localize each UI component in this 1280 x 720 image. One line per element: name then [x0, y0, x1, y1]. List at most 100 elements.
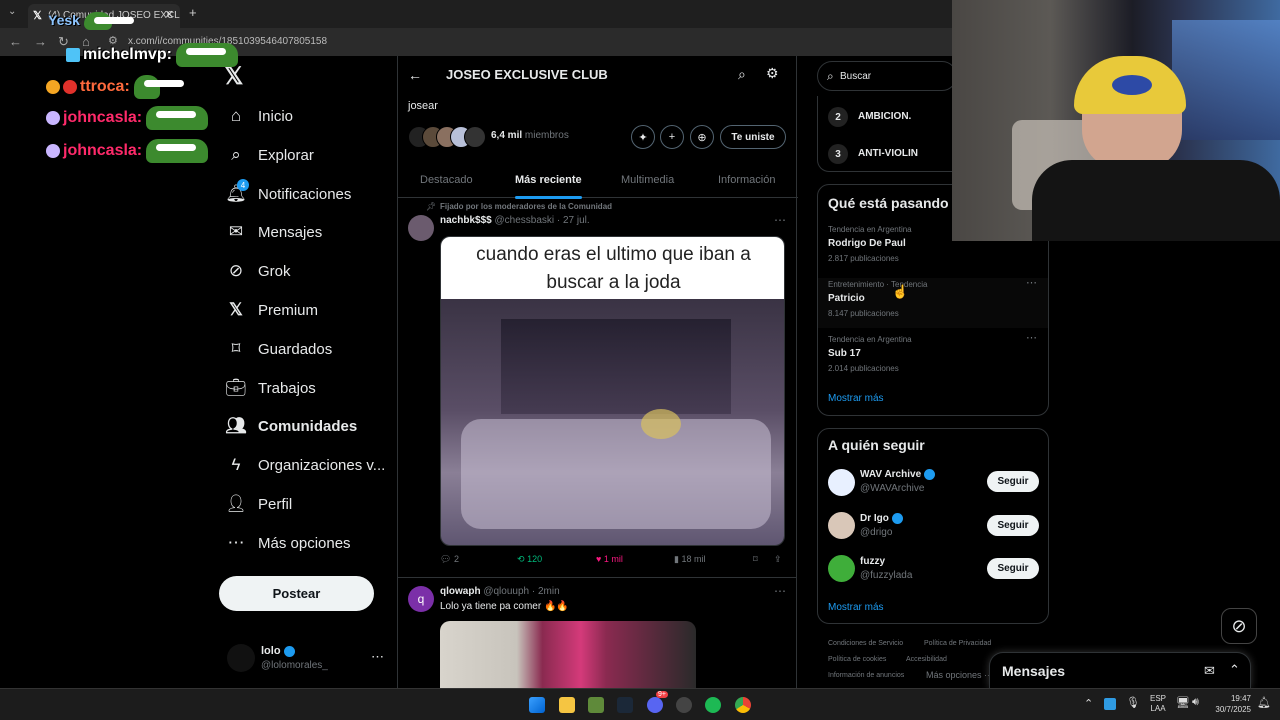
trend-item[interactable]: Tendencia en Argentina Sub 17 2.014 publ… — [818, 331, 1048, 383]
notification-bell-icon[interactable]: 🔔︎ — [1257, 696, 1271, 709]
messages-drawer[interactable]: Mensajes ✉ ⌃ — [989, 652, 1251, 688]
avatar[interactable] — [408, 215, 434, 241]
reply-icon: 💬︎ — [440, 554, 452, 564]
file-explorer-icon[interactable] — [559, 697, 575, 713]
tab-multimedia[interactable]: Multimedia — [621, 174, 674, 186]
sidebar-item-grok[interactable]: ⊘ Grok — [226, 258, 291, 284]
sidebar-item-trabajos[interactable]: 💼︎ Trabajos — [225, 375, 316, 401]
trend-more-icon[interactable]: ⋯ — [1026, 331, 1037, 344]
post-media[interactable]: cuando eras el ultimo que iban a buscar … — [440, 236, 785, 546]
views-action[interactable]: ▮ 18 mil — [674, 554, 705, 565]
trend-more-icon[interactable]: ⋯ — [1026, 276, 1037, 289]
discord-icon[interactable]: 9+ — [647, 691, 668, 713]
close-icon[interactable]: ✕ — [165, 8, 174, 21]
tab-mas-reciente[interactable]: Más reciente — [515, 174, 582, 199]
avatar[interactable] — [227, 644, 255, 672]
share-icon[interactable]: ⇪ — [774, 554, 782, 565]
repost-action[interactable]: ⟲ 120 — [517, 554, 542, 565]
grok-icon[interactable]: ⊘ — [1221, 608, 1257, 644]
sidebar-item-mas-opciones[interactable]: ⋯ Más opciones — [226, 530, 351, 556]
show-more-link[interactable]: Mostrar más — [828, 602, 884, 613]
lightning-icon: ϟ — [231, 455, 241, 474]
language-indicator[interactable]: ESP LAA — [1150, 694, 1166, 714]
tab-informacion[interactable]: Información — [718, 174, 775, 186]
tray-app-icon[interactable] — [1104, 698, 1116, 710]
post-button[interactable]: Postear — [219, 576, 374, 611]
add-member-icon[interactable]: + — [660, 125, 684, 149]
post[interactable]: q qlowaph @qlouuph · 2min ⋯ Lolo ya tien… — [398, 578, 796, 688]
follow-name[interactable]: fuzzy — [860, 556, 885, 567]
volume-icon[interactable]: 🔊︎ — [1192, 696, 1199, 709]
start-windows-icon[interactable] — [529, 697, 545, 713]
footer-link[interactable]: Política de cookies — [828, 656, 886, 663]
like-action[interactable]: ♥ 1 mil — [596, 554, 623, 564]
avatar[interactable]: q — [408, 586, 434, 612]
network-icon[interactable]: 🖥︎ — [1176, 696, 1190, 709]
compose-icon[interactable]: ⊕ — [690, 125, 714, 149]
tray-expand-icon[interactable]: ⌃ — [1084, 697, 1093, 710]
tab-list-icon[interactable]: ⌄ — [8, 6, 16, 17]
post-author[interactable]: qlowaph — [440, 586, 481, 597]
sidebar-item-perfil[interactable]: 👤︎ Perfil — [225, 491, 292, 517]
post-more-icon[interactable]: ⋯ — [774, 584, 786, 598]
sidebar-item-notificaciones[interactable]: 🔔︎ 4 Notificaciones — [225, 179, 351, 207]
follow-name[interactable]: Dr Igo — [860, 513, 903, 524]
members-count[interactable]: 6,4 mil miembros — [491, 130, 569, 141]
mouse-cursor-icon: ☝ — [892, 284, 909, 299]
new-message-icon[interactable]: ✉ — [1204, 663, 1215, 679]
sidebar-item-comunidades[interactable]: 👥︎ Comunidades — [225, 413, 357, 439]
post-author[interactable]: nachbk$$$ — [440, 215, 492, 226]
back-icon[interactable]: ← — [9, 34, 22, 49]
obs-icon[interactable] — [676, 697, 692, 713]
post-more-icon[interactable]: ⋯ — [774, 213, 786, 227]
avatar[interactable] — [828, 512, 855, 539]
sidebar-item-organizaciones[interactable]: ϟ Organizaciones v... — [226, 452, 386, 478]
steam-icon[interactable] — [617, 697, 633, 713]
sparkle-icon[interactable]: ✦ — [631, 125, 655, 149]
follow-button[interactable]: Seguir — [987, 558, 1039, 579]
sidebar-item-guardados[interactable]: ⌑ Guardados — [226, 336, 333, 362]
member-avatars[interactable] — [408, 126, 486, 148]
sidebar-item-premium[interactable]: 𝕏 Premium — [226, 297, 318, 323]
post-handle[interactable]: @qlouuph — [483, 586, 529, 597]
ranked-name[interactable]: AMBICION. — [858, 111, 911, 122]
post-handle[interactable]: @chessbaski — [494, 215, 554, 226]
post-media[interactable] — [440, 621, 696, 688]
chrome-icon[interactable] — [735, 697, 751, 713]
sidebar-item-explorar[interactable]: ⌕ Explorar — [226, 142, 314, 168]
person-shape — [641, 409, 681, 439]
avatar[interactable] — [828, 469, 855, 496]
follow-button[interactable]: Seguir — [987, 515, 1039, 536]
settings-gear-icon[interactable]: ⚙ — [766, 65, 779, 82]
account-more-icon[interactable]: ⋯ — [371, 649, 384, 665]
footer-link[interactable]: Política de Privacidad — [924, 640, 991, 647]
expand-icon[interactable]: ⌃ — [1229, 662, 1240, 678]
follow-button[interactable]: Seguir — [987, 471, 1039, 492]
search-icon[interactable]: ⌕ — [738, 66, 746, 83]
reply-action[interactable]: 💬︎ 2 — [440, 554, 459, 565]
footer-link[interactable]: Información de anuncios — [828, 672, 904, 679]
joined-button[interactable]: Te uniste — [720, 125, 786, 149]
sidebar-item-mensajes[interactable]: ✉ Mensajes — [226, 219, 322, 245]
post[interactable]: 📌︎ Fijado por los moderadores de la Comu… — [398, 198, 796, 578]
footer-link[interactable]: Más opciones ··· — [926, 670, 993, 680]
forward-icon[interactable]: → — [34, 34, 47, 49]
new-tab-icon[interactable]: + — [189, 5, 197, 20]
trend-item[interactable]: Entretenimiento · Tendencia Patricio 8.1… — [818, 276, 1048, 328]
show-more-link[interactable]: Mostrar más — [828, 393, 884, 404]
back-icon[interactable]: ← — [408, 67, 422, 83]
microphone-icon[interactable]: 🎙︎ — [1126, 696, 1140, 709]
tab-destacado[interactable]: Destacado — [420, 174, 473, 186]
ranked-name[interactable]: ANTI-VIOLIN — [858, 148, 918, 159]
follow-name[interactable]: WAV Archive — [860, 469, 936, 480]
footer-link[interactable]: Accesibilidad — [906, 656, 947, 663]
clock[interactable]: 19:47 30/7/2025 — [1213, 693, 1251, 715]
avatar[interactable] — [828, 555, 855, 582]
spotify-icon[interactable] — [705, 697, 721, 713]
account-name[interactable]: lolo — [261, 645, 295, 657]
search-input[interactable]: ⌕ Buscar — [817, 61, 957, 91]
sidebar-item-inicio[interactable]: ⌂ Inicio — [226, 103, 293, 129]
bookmark-icon[interactable]: ⌑ — [753, 554, 758, 565]
minecraft-icon[interactable] — [588, 697, 604, 713]
footer-link[interactable]: Condiciones de Servicio — [828, 640, 903, 647]
